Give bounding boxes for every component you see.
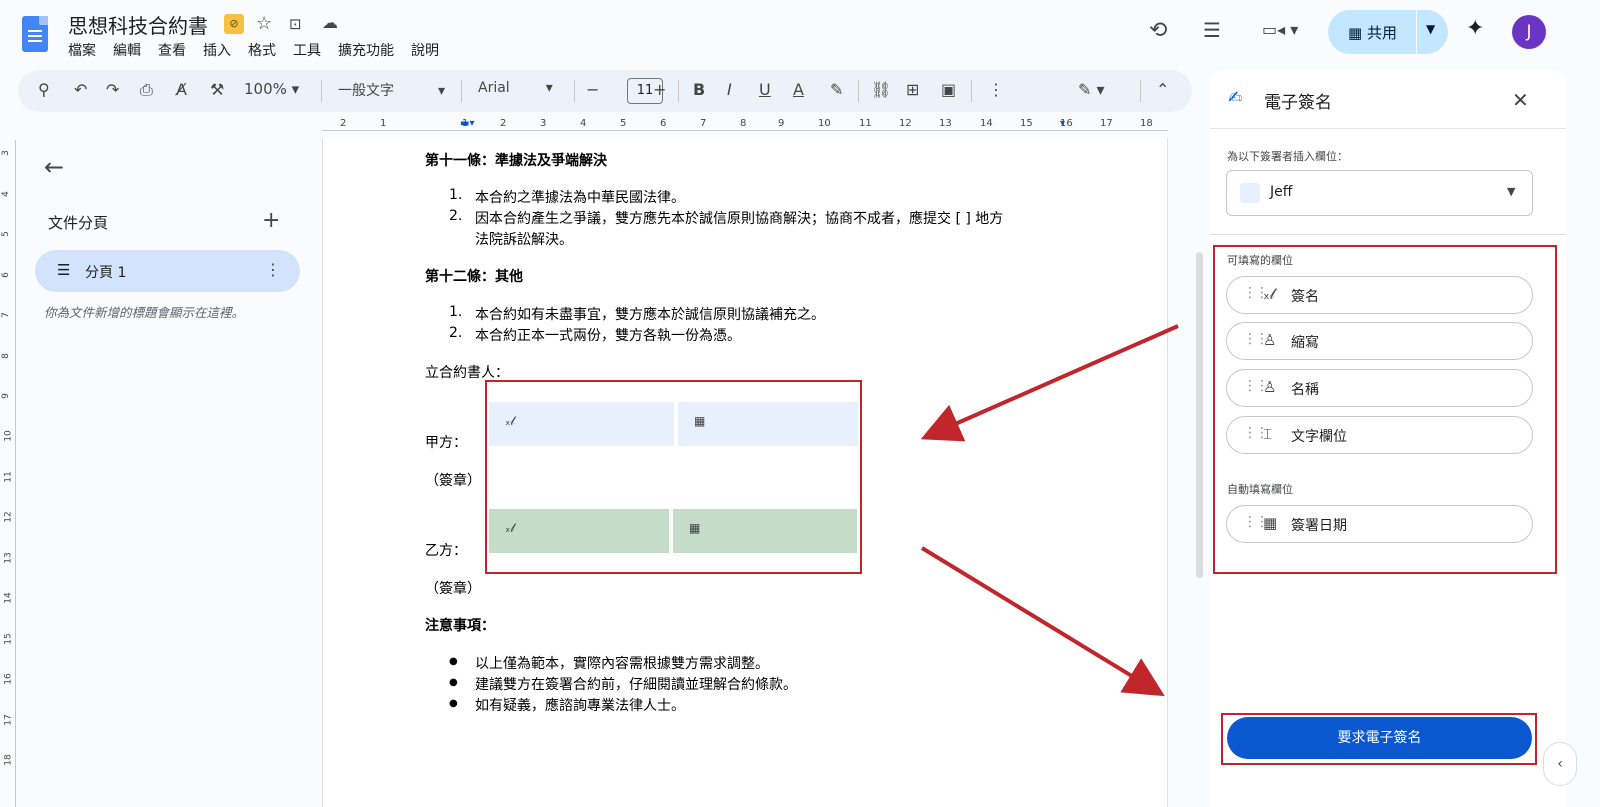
annotation-arrows xyxy=(920,324,1179,697)
arrow-to-request-button xyxy=(920,546,1165,697)
arrow-to-doc-fields xyxy=(920,324,1179,442)
